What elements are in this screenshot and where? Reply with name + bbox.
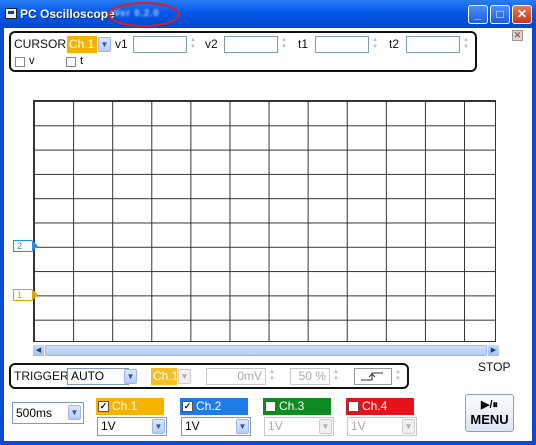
horizontal-scrollbar[interactable]: ◀ ▶ — [33, 345, 499, 356]
ch2-label: Ch.2 — [196, 399, 222, 413]
panel-close-icon[interactable]: ✕ — [512, 30, 523, 41]
play-pause-icon: ▶/⏸ — [480, 399, 498, 411]
v2-label: v2 — [205, 37, 218, 51]
ch2-checkbox[interactable]: ✓ — [182, 401, 193, 412]
ch2-volts-dropdown-icon[interactable]: ▼ — [236, 419, 249, 434]
cursor-v-label: v — [29, 55, 35, 67]
version-highlight-circle — [108, 2, 180, 27]
ch2-offset-marker[interactable]: 2 — [13, 240, 38, 252]
ch4-volts-dropdown-icon[interactable]: ▼ — [402, 419, 415, 434]
run-status: STOP — [478, 360, 511, 374]
v1-spinner[interactable]: ▲ ▼ — [189, 37, 197, 52]
app-window: PC Oscilloscope Ver 0.2.0 _ □ ✕ ✕ CURSOR… — [0, 0, 536, 445]
t1-input[interactable] — [315, 36, 369, 53]
window-title: PC Oscilloscope — [20, 7, 115, 21]
timebase-dropdown-icon[interactable]: ▼ — [68, 405, 81, 420]
scope-grid[interactable] — [33, 100, 496, 342]
cursor-v-checkbox[interactable] — [15, 57, 25, 67]
scroll-left-icon[interactable]: ◀ — [33, 345, 44, 356]
menu-label: MENU — [470, 412, 509, 427]
scroll-right-icon[interactable]: ▶ — [488, 345, 499, 356]
run-stop-menu-button[interactable]: ▶/⏸ MENU — [465, 394, 514, 432]
trigger-panel: TRIGGER AUTO ▼ Ch.1 ▼ 0mV ▲ ▼ 50 % ▲ ▼ ▲ ▼ — [9, 363, 409, 389]
v2-input[interactable] — [224, 36, 278, 53]
trigger-channel-dropdown-icon[interactable]: ▼ — [178, 369, 191, 384]
minimize-button[interactable]: _ — [468, 5, 488, 24]
trigger-edge-select[interactable] — [354, 368, 392, 385]
t1-label: t1 — [298, 37, 309, 51]
cursor-panel: CURSOR Ch.1 ▼ v1 ▲ ▼ v2 ▲ ▼ t1 ▲ ▼ t2 ▲ ▼ v … — [9, 31, 477, 72]
cursor-label: CURSOR — [14, 37, 67, 51]
trigger-label: TRIGGER — [14, 369, 69, 383]
t1-spinner[interactable]: ▲ ▼ — [371, 37, 379, 52]
maximize-button[interactable]: □ — [490, 5, 510, 24]
v1-label: v1 — [115, 37, 128, 51]
ch1-checkbox[interactable]: ✓ — [98, 401, 109, 412]
trigger-mode-dropdown-icon[interactable]: ▼ — [124, 369, 137, 384]
title-bar[interactable]: PC Oscilloscope Ver 0.2.0 _ □ ✕ — [0, 0, 536, 28]
ch3-label: Ch.3 — [279, 399, 305, 413]
v2-spinner[interactable]: ▲ ▼ — [280, 37, 288, 52]
close-button[interactable]: ✕ — [512, 5, 532, 24]
ch3-checkbox[interactable] — [265, 401, 276, 412]
trigger-channel-select[interactable]: Ch.1 — [151, 368, 178, 385]
trigger-position-spinner[interactable]: ▲ ▼ — [332, 369, 340, 384]
trigger-mode-select[interactable]: AUTO — [67, 368, 129, 385]
cursor-channel-dropdown-icon[interactable]: ▼ — [98, 37, 111, 52]
cursor-t-checkbox[interactable] — [66, 57, 76, 67]
trigger-position-input[interactable]: 50 % — [290, 368, 330, 385]
ch1-label: Ch.1 — [112, 399, 138, 413]
trigger-edge-spinner[interactable]: ▲ ▼ — [394, 369, 402, 384]
t2-label: t2 — [389, 37, 400, 51]
trigger-level-input[interactable]: 0mV — [206, 368, 266, 385]
v1-input[interactable] — [133, 36, 187, 53]
app-icon — [5, 8, 17, 19]
t2-spinner[interactable]: ▲ ▼ — [462, 37, 470, 52]
client-area: ✕ CURSOR Ch.1 ▼ v1 ▲ ▼ v2 ▲ ▼ t1 ▲ ▼ t2 ▲ ▼ … — [4, 28, 532, 441]
ch4-label: Ch.4 — [362, 399, 388, 413]
scroll-thumb[interactable] — [45, 345, 487, 356]
t2-input[interactable] — [406, 36, 460, 53]
ch3-volts-dropdown-icon[interactable]: ▼ — [319, 419, 332, 434]
ch1-volts-dropdown-icon[interactable]: ▼ — [152, 419, 165, 434]
rising-edge-icon — [361, 372, 383, 381]
cursor-t-label: t — [80, 55, 84, 67]
ch1-offset-marker[interactable]: 1 — [13, 289, 38, 301]
cursor-channel-select[interactable]: Ch.1 — [67, 36, 97, 53]
trigger-level-spinner[interactable]: ▲ ▼ — [268, 369, 276, 384]
ch4-checkbox[interactable] — [348, 401, 359, 412]
